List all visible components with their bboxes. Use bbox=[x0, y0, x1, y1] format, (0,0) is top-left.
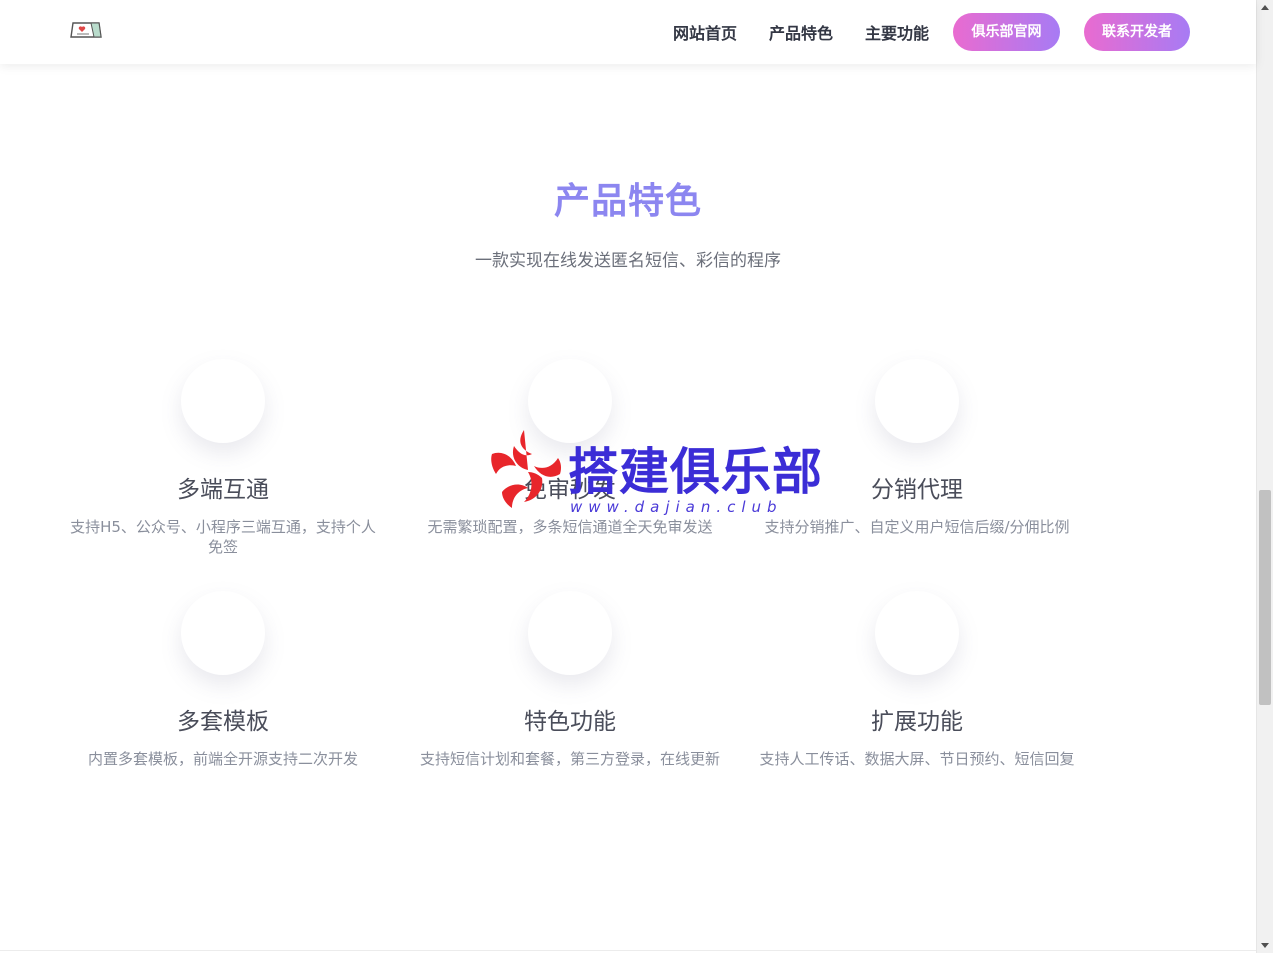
feature-icon-circle bbox=[181, 591, 265, 675]
scrollbar-thumb[interactable] bbox=[1259, 490, 1271, 705]
envelope-logo-icon[interactable] bbox=[70, 21, 102, 39]
section-title: 产品特色 bbox=[553, 181, 702, 222]
watermark-text: 搭建俱乐部 bbox=[568, 443, 823, 501]
feature-icon-circle bbox=[528, 591, 612, 675]
club-site-button[interactable]: 俱乐部官网 bbox=[953, 13, 1060, 51]
feature-description: 支持H5、公众号、小程序三端互通，支持个人免签 bbox=[70, 518, 376, 556]
contact-developer-button[interactable]: 联系开发者 bbox=[1084, 13, 1190, 51]
feature-description: 支持短信计划和套餐，第三方登录，在线更新 bbox=[419, 750, 720, 768]
feature-description: 内置多套模板，前端全开源支持二次开发 bbox=[87, 750, 358, 768]
scroll-up-arrow-icon[interactable] bbox=[1261, 5, 1269, 10]
section-subtitle: 一款实现在线发送匿名短信、彩信的程序 bbox=[475, 251, 781, 271]
scroll-down-arrow-icon[interactable] bbox=[1261, 943, 1269, 948]
feature-description: 支持人工传话、数据大屏、节日预约、短信回复 bbox=[759, 750, 1075, 768]
feature-icon-circle bbox=[181, 359, 265, 443]
nav-features-link[interactable]: 产品特色 bbox=[769, 20, 833, 44]
page: 网站首页 产品特色 主要功能 俱乐部官网 联系开发者 产品特色 一款实现在线发送… bbox=[0, 0, 1273, 953]
feature-description: 无需繁琐配置，多条短信通道全天免审发送 bbox=[427, 518, 713, 536]
site-header: 网站首页 产品特色 主要功能 俱乐部官网 联系开发者 bbox=[0, 0, 1256, 64]
feature-icon-circle bbox=[875, 359, 959, 443]
feature-description: 支持分销推广、自定义用户短信后缀/分佣比例 bbox=[764, 518, 1070, 536]
vertical-scrollbar[interactable] bbox=[1256, 0, 1273, 953]
watermark: 搭建俱乐部 www.dajian.club bbox=[488, 428, 822, 520]
footer-divider bbox=[0, 950, 1256, 951]
feature-title: 扩展功能 bbox=[871, 709, 963, 735]
feature-title: 特色功能 bbox=[524, 709, 616, 735]
nav-functions-link[interactable]: 主要功能 bbox=[865, 20, 929, 44]
feature-title: 多端互通 bbox=[177, 477, 269, 503]
feature-title: 多套模板 bbox=[177, 709, 269, 735]
watermark-flame-logo-icon bbox=[491, 430, 562, 508]
feature-icon-circle bbox=[875, 591, 959, 675]
watermark-url: www.dajian.club bbox=[570, 498, 783, 516]
nav-home-link[interactable]: 网站首页 bbox=[673, 20, 737, 44]
